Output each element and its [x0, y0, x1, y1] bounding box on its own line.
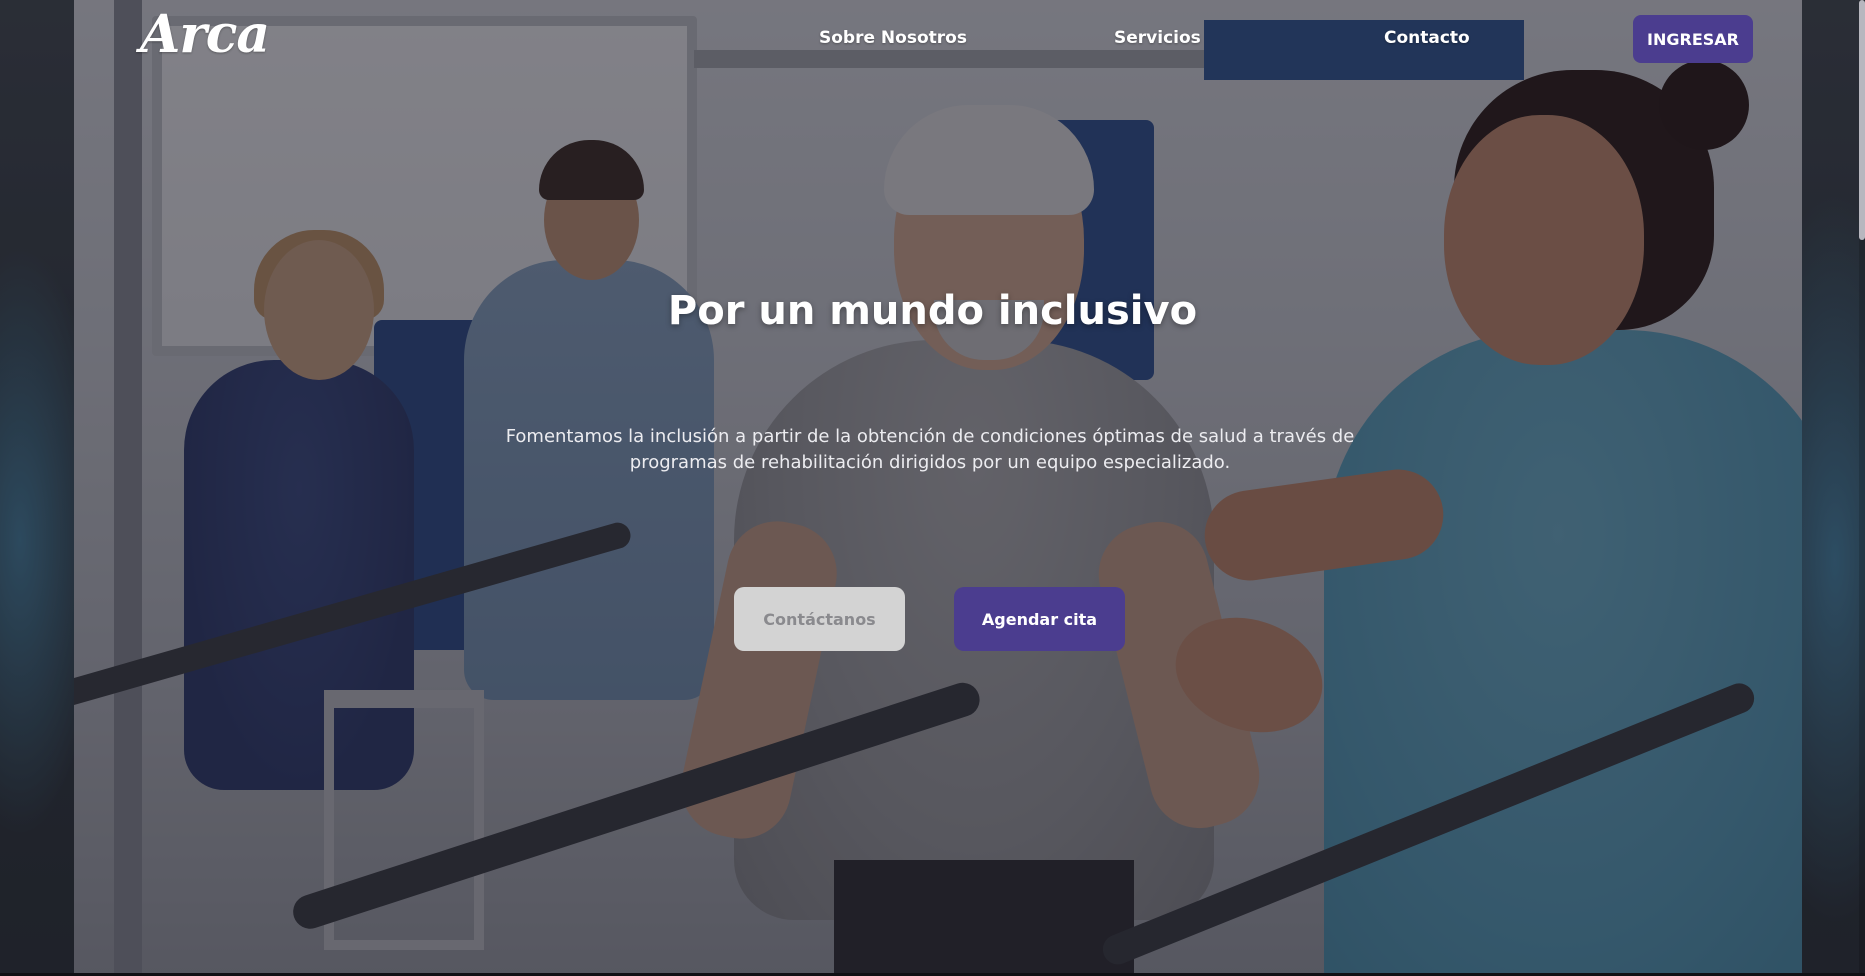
- scrollbar[interactable]: [1859, 0, 1865, 976]
- login-button[interactable]: INGRESAR: [1633, 15, 1753, 63]
- hero-title: Por un mundo inclusivo: [667, 288, 1198, 334]
- hero-background-image: [74, 0, 1802, 976]
- nav-link-servicios[interactable]: Servicios: [1114, 28, 1201, 48]
- navbar: Arca Sobre Nosotros Servicios Contacto I…: [0, 0, 1865, 78]
- nav-link-contacto[interactable]: Contacto: [1384, 28, 1470, 48]
- schedule-appointment-button[interactable]: Agendar cita: [954, 587, 1125, 651]
- hero-dark-overlay: [74, 0, 1802, 976]
- contact-button[interactable]: Contáctanos: [734, 587, 905, 651]
- hero-subtitle: Fomentamos la inclusión a partir de la o…: [505, 426, 1355, 473]
- page-viewport: Arca Sobre Nosotros Servicios Contacto I…: [0, 0, 1865, 976]
- logo[interactable]: Arca: [140, 4, 270, 65]
- nav-link-sobre-nosotros[interactable]: Sobre Nosotros: [819, 28, 967, 48]
